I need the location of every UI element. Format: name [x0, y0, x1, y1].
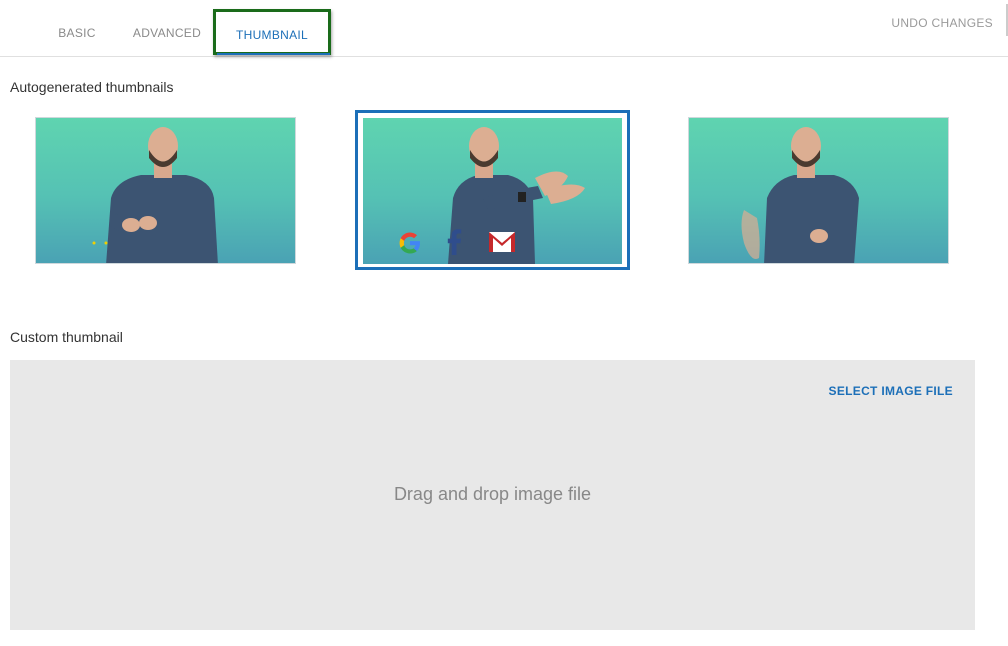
select-image-file-button[interactable]: SELECT IMAGE FILE: [829, 384, 953, 398]
presenter-image: [741, 127, 859, 263]
autogenerated-thumbnail-3[interactable]: [688, 117, 949, 264]
gmail-icon: [489, 232, 515, 252]
tab-thumbnail[interactable]: THUMBNAIL: [213, 9, 331, 55]
custom-thumbnail-title: Custom thumbnail: [10, 329, 123, 345]
custom-thumbnail-dropzone[interactable]: SELECT IMAGE FILE Drag and drop image fi…: [10, 360, 975, 630]
active-tab-indicator: [217, 53, 330, 55]
facebook-icon: [447, 229, 462, 255]
thumbnail-settings-page: BASIC ADVANCED THUMBNAIL UNDO CHANGES Au…: [0, 0, 1008, 646]
autogenerated-thumbnails-title: Autogenerated thumbnails: [10, 79, 174, 95]
autogenerated-thumbnail-2-selected[interactable]: [355, 110, 630, 270]
presenter-image: [92, 127, 218, 263]
tab-advanced[interactable]: ADVANCED: [126, 0, 208, 56]
tab-basic[interactable]: BASIC: [48, 0, 106, 56]
tab-bar: BASIC ADVANCED THUMBNAIL UNDO CHANGES: [0, 0, 1008, 57]
autogenerated-thumbnail-1[interactable]: [35, 117, 296, 264]
drag-and-drop-hint: Drag and drop image file: [393, 484, 592, 504]
google-icon: [399, 232, 420, 254]
undo-changes-button[interactable]: UNDO CHANGES: [891, 0, 993, 46]
